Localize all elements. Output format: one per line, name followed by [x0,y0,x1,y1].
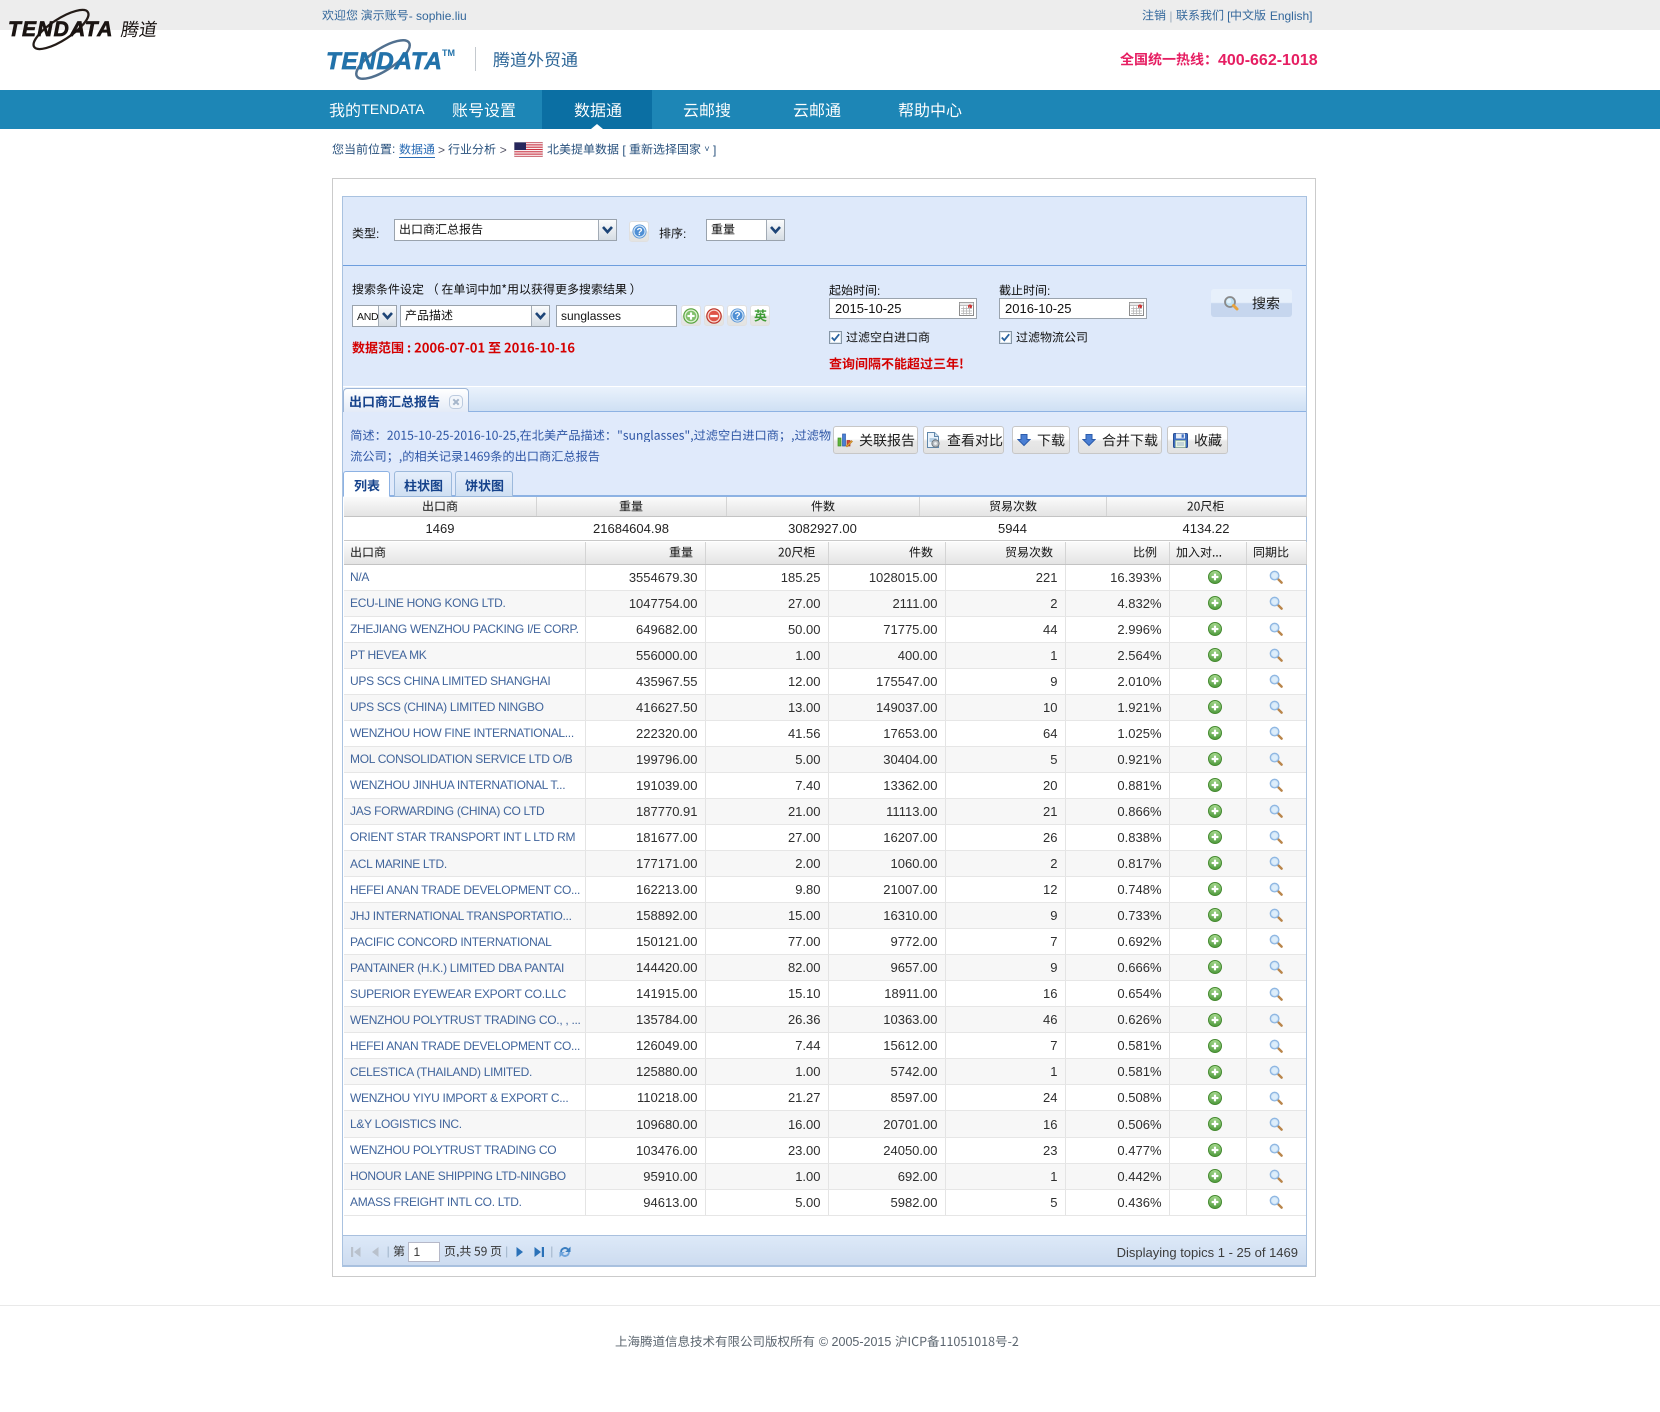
svg-text:?: ? [636,227,642,238]
svg-text:?: ? [734,311,740,322]
svg-text:TM: TM [442,48,455,58]
svg-text:TENDATA: TENDATA [8,18,114,41]
svg-text:TENDATA: TENDATA [326,48,443,75]
